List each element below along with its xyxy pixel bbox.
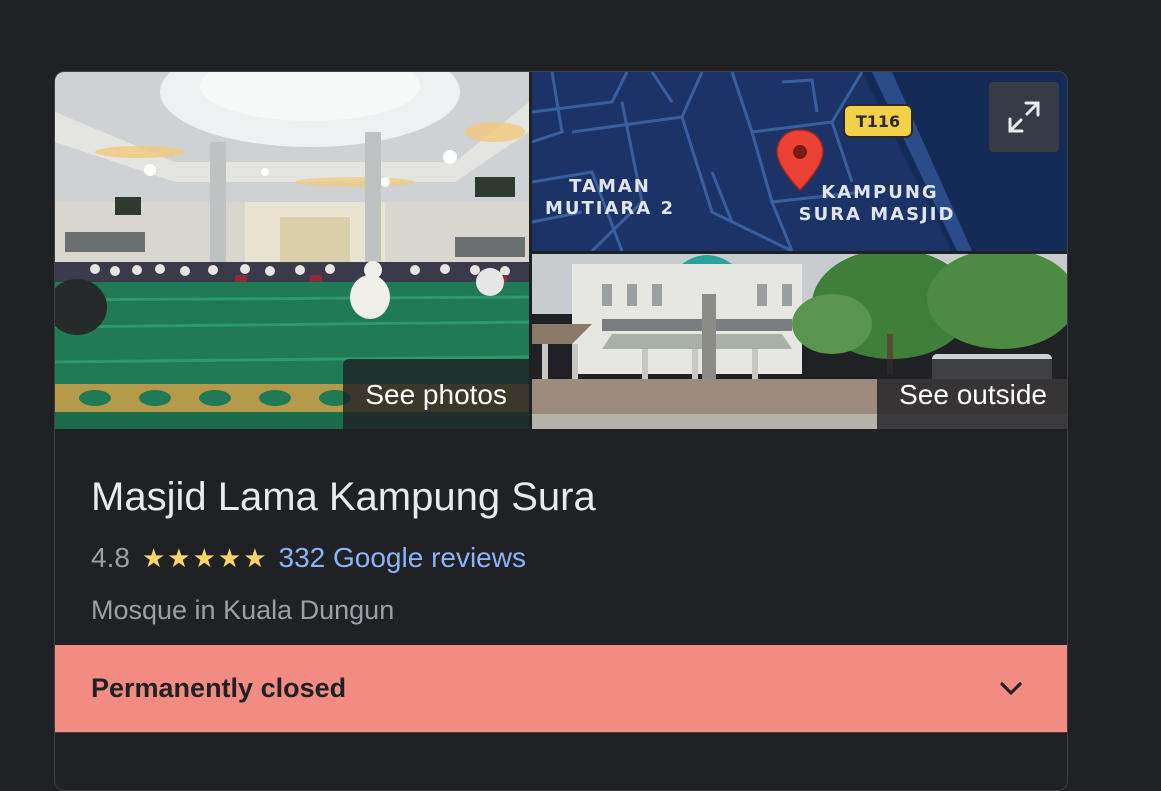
expand-map-button[interactable] [989, 82, 1059, 152]
map-image: T116 TAMAN MUTIARA 2 KAMPUNG SURA MASJID [532, 72, 1067, 251]
mosque-interior-photo[interactable]: See photos [55, 72, 529, 429]
place-title: Masjid Lama Kampung Sura [91, 475, 596, 519]
map-thumbnail[interactable]: T116 TAMAN MUTIARA 2 KAMPUNG SURA MASJID [532, 72, 1067, 251]
permanently-closed-banner[interactable]: Permanently closed [55, 645, 1067, 732]
expand-icon [1008, 101, 1040, 133]
star-icon: ★ [217, 543, 242, 573]
knowledge-panel-card: See photos T116 TAMAN MUTIARA 2 KAMPUNG … [54, 71, 1068, 791]
star-icon: ★ [192, 543, 216, 573]
map-area-label: KAMPUNG [821, 182, 938, 203]
rating-row: 4.8 ★ ★ ★ ★ ★ 332 Google reviews [91, 541, 526, 575]
photo-gallery: See photos T116 TAMAN MUTIARA 2 KAMPUNG … [55, 72, 1067, 429]
see-outside-button[interactable]: See outside [877, 359, 1067, 429]
divider [55, 732, 1067, 733]
map-area-label: MUTIARA 2 [545, 198, 675, 219]
chevron-down-icon[interactable] [997, 675, 1025, 703]
status-label: Permanently closed [91, 673, 347, 703]
map-area-label: TAMAN [569, 176, 651, 197]
google-reviews-link[interactable]: 332 Google reviews [279, 542, 526, 574]
star-icon: ★ [167, 543, 191, 573]
see-photos-button[interactable]: See photos [343, 359, 529, 429]
road-shield-label: T116 [856, 112, 900, 131]
star-icon: ★ [141, 543, 166, 573]
map-area-label: SURA MASJID [799, 204, 956, 225]
place-category: Mosque in Kuala Dungun [91, 595, 395, 625]
star-rating: ★ ★ ★ ★ ★ [142, 543, 267, 573]
mosque-outside-photo[interactable]: See outside [532, 254, 1067, 429]
rating-value: 4.8 [91, 542, 130, 573]
star-icon: ★ [243, 543, 267, 573]
